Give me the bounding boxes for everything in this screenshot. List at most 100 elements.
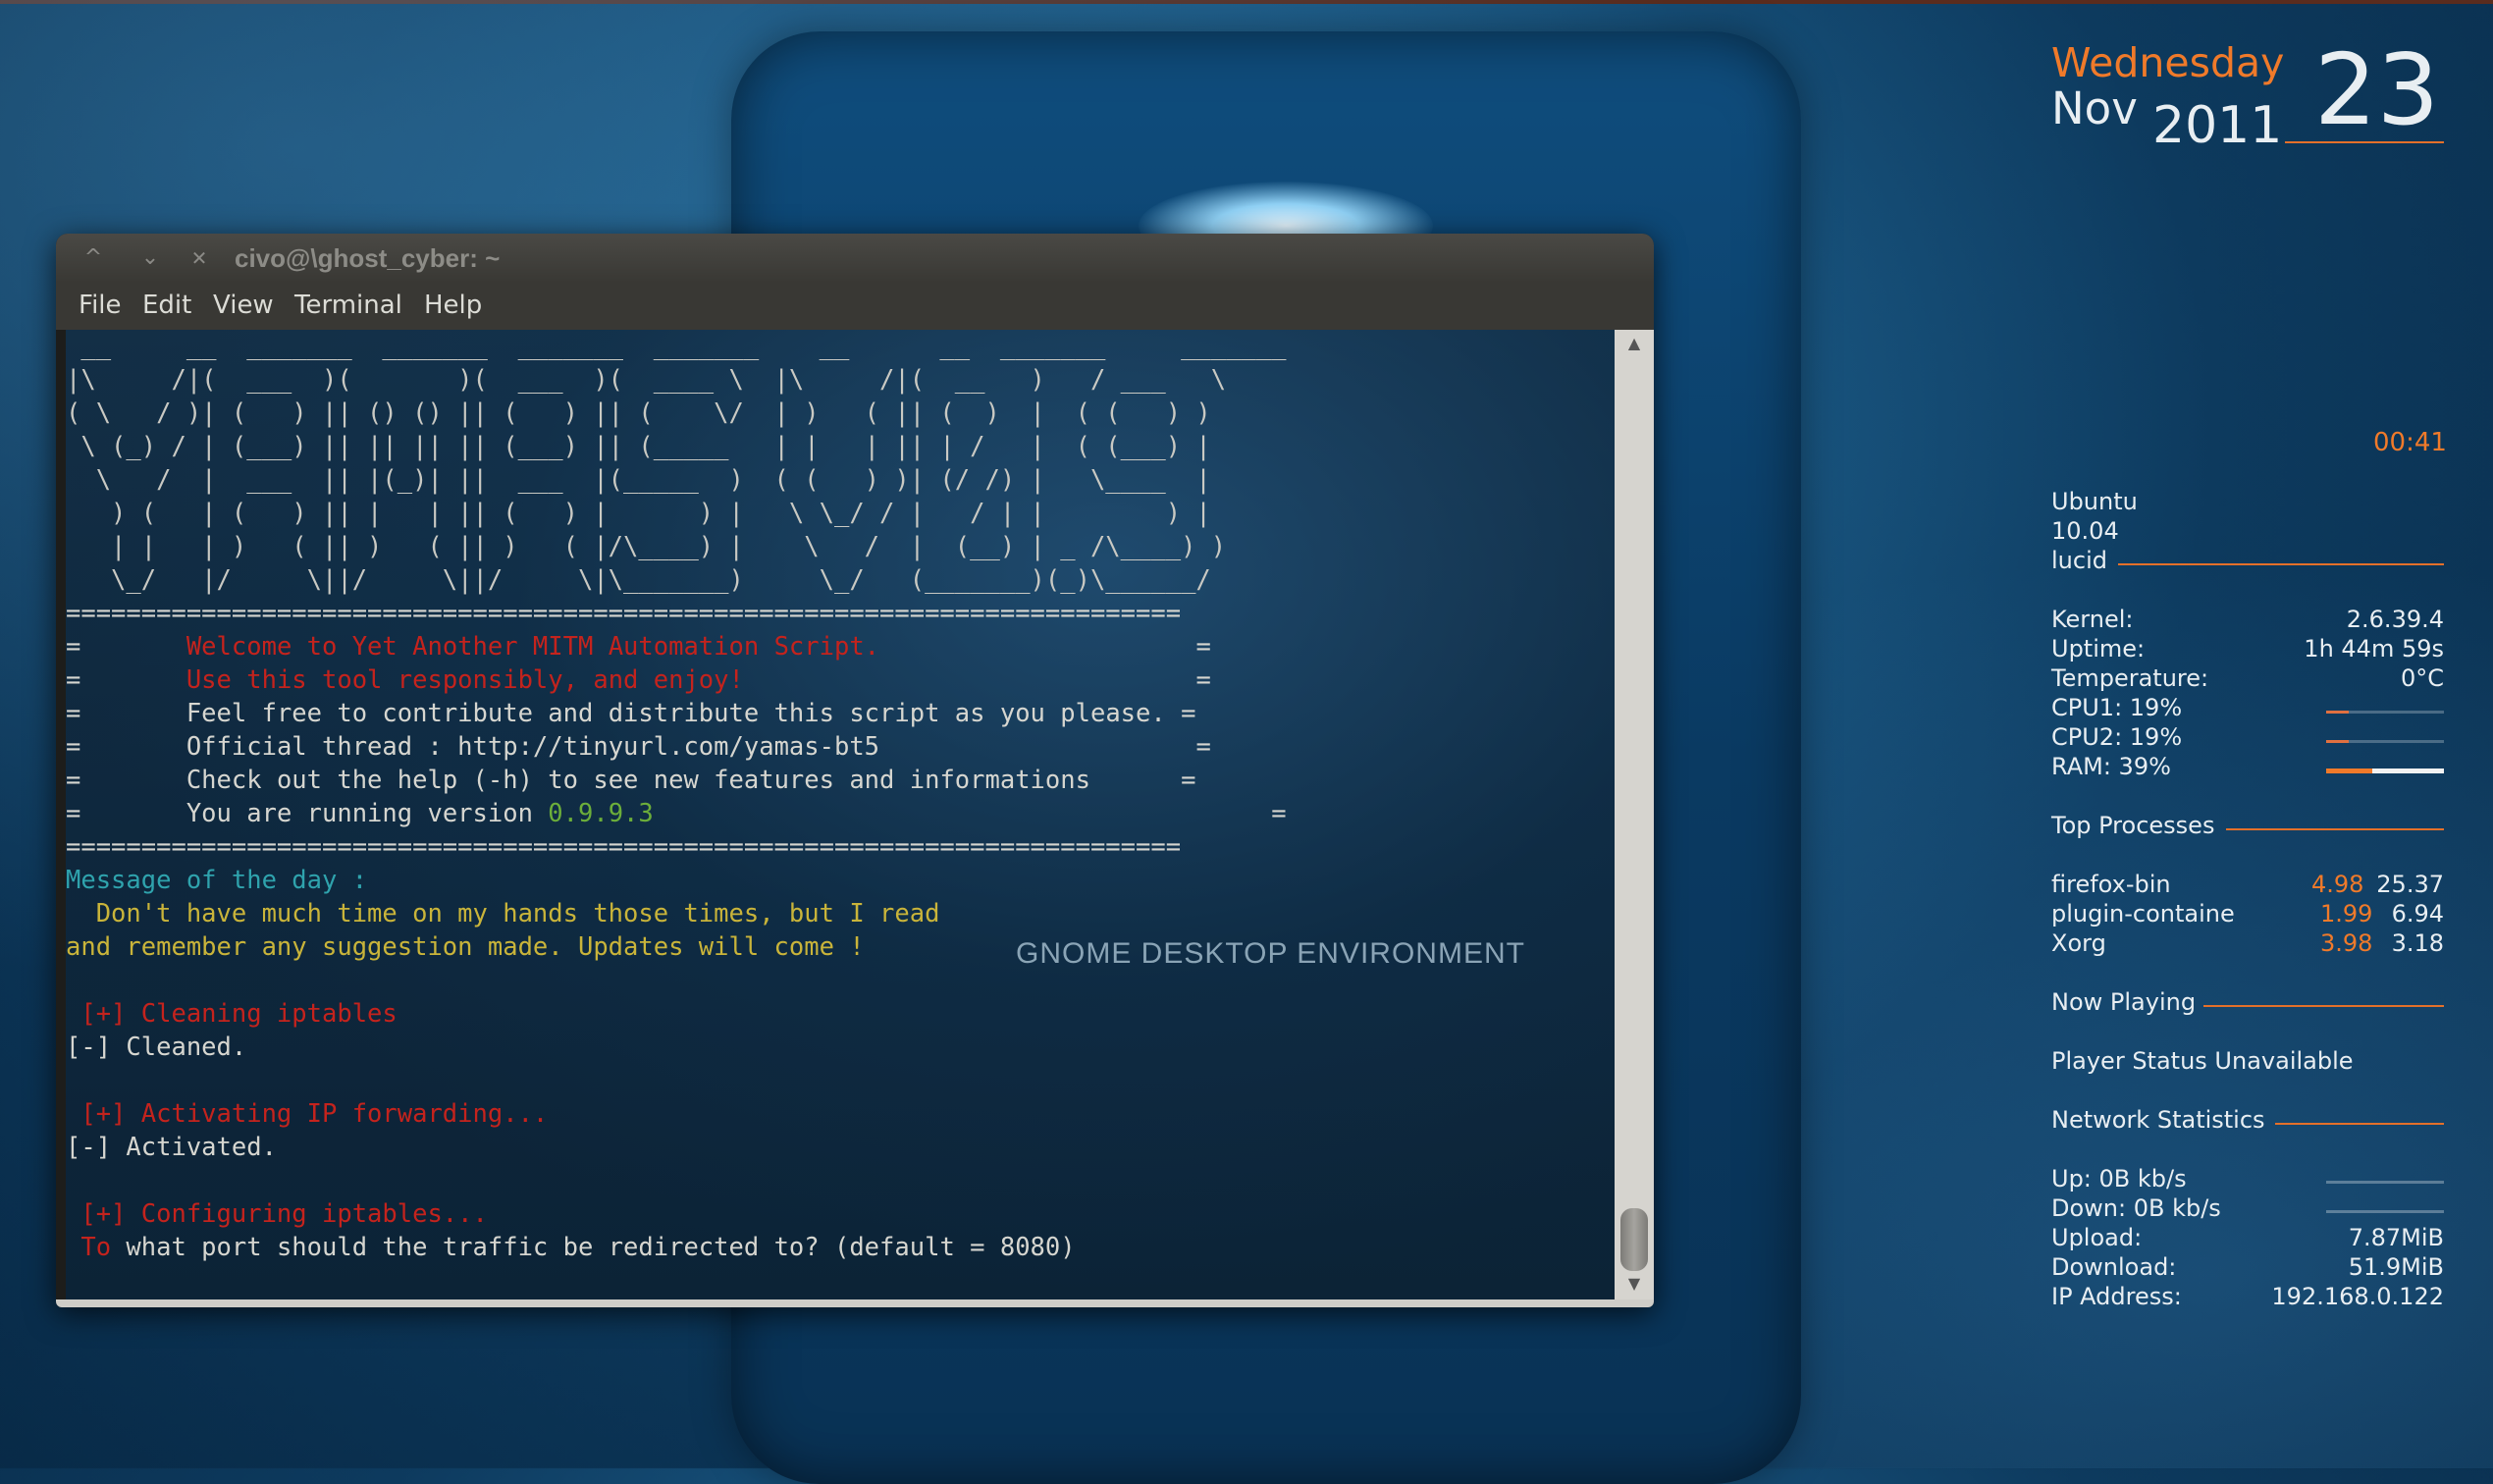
conky-clock: Wednesday Nov 2011 23 <box>2051 39 2444 157</box>
process-cpu: 1.99 <box>2320 900 2373 928</box>
banner-border: = <box>653 799 1287 828</box>
uptime-value: 1h 44m 59s <box>2304 635 2444 662</box>
upload-speed: Up: 0B kb/s <box>2051 1165 2187 1192</box>
window-titlebar[interactable]: ^ ⌄ ✕ civo@\ghost_cyber: ~ <box>56 234 1654 283</box>
conky-sysinfo: Ubuntu 10.04 lucid Kernel: 2.6.39.4 Upti… <box>2051 488 2444 1322</box>
ascii-line: \ / | ___ || |(_)| || ___ |(_____ ) ( ( … <box>66 465 1211 495</box>
cpu1-graph <box>2326 711 2444 714</box>
clock-weekday: Wednesday <box>2051 39 2285 86</box>
cpu1-label: CPU1: 19% <box>2051 694 2183 721</box>
upload-total-value: 7.87MiB <box>2348 1224 2444 1251</box>
scroll-up-arrow-icon[interactable]: ▲ <box>1624 334 1644 353</box>
menu-file[interactable]: File <box>79 291 122 320</box>
clock-month: Nov <box>2051 82 2138 134</box>
step-activated: [-] Activated. <box>66 1133 277 1162</box>
contribute-line: Feel free to contribute and distribute t… <box>186 699 1166 728</box>
clock-underline <box>2285 141 2444 143</box>
banner-border: = <box>66 665 186 695</box>
banner-border: = <box>66 799 186 828</box>
temperature-label: Temperature: <box>2051 664 2209 692</box>
now-playing-header: Now Playing <box>2051 988 2197 1016</box>
cpu2-label: CPU2: 19% <box>2051 723 2183 751</box>
banner-border: = <box>66 766 186 795</box>
clock-time: 00:41 <box>2373 428 2447 457</box>
ascii-line: | | | ) ( || ) ( || ) ( |/\____) | \ / |… <box>66 532 1227 561</box>
responsibly-line: Use this tool responsibly, and enjoy! <box>186 665 744 695</box>
banner-border: = <box>1089 766 1196 795</box>
scrollbar[interactable]: ▲ ▼ <box>1615 330 1654 1299</box>
thread-line: Official thread : http://tinyurl.com/yam… <box>186 732 880 762</box>
banner-border: = <box>1165 699 1196 728</box>
divider-line <box>2118 563 2444 565</box>
step-forwarding: [+] Activating IP forwarding... <box>66 1099 549 1129</box>
ram-label: RAM: 39% <box>2051 753 2171 780</box>
process-name: firefox-bin <box>2051 871 2171 898</box>
menu-view[interactable]: View <box>213 291 274 320</box>
distro-codename: lucid <box>2051 547 2107 574</box>
banner-border: = <box>743 665 1211 695</box>
upload-total-label: Upload: <box>2051 1224 2143 1251</box>
download-graph <box>2326 1210 2444 1213</box>
terminal-screen[interactable]: __ __ _______ _______ _______ _______ __… <box>66 330 1615 1299</box>
download-speed: Down: 0B kb/s <box>2051 1194 2221 1222</box>
banner-border: = <box>879 732 1211 762</box>
help-line: Check out the help (-h) to see new featu… <box>186 766 1090 795</box>
uptime-label: Uptime: <box>2051 635 2146 662</box>
download-total-value: 51.9MiB <box>2348 1253 2444 1281</box>
minimize-button[interactable]: ^ <box>78 243 109 273</box>
kernel-value: 2.6.39.4 <box>2346 606 2444 633</box>
prompt-to: To <box>66 1233 112 1262</box>
menu-help[interactable]: Help <box>424 291 482 320</box>
step-cleaning: [+] Cleaning iptables <box>66 999 398 1029</box>
ascii-line: \_/ |/ \||/ \||/ \|\_______) \_/ (______… <box>66 565 1227 595</box>
ip-address-label: IP Address: <box>2051 1283 2182 1310</box>
motd-line: and remember any suggestion made. Update… <box>66 932 865 962</box>
process-mem: 25.37 <box>2376 871 2444 898</box>
banner-border: = <box>66 632 186 662</box>
step-configuring: [+] Configuring iptables... <box>66 1199 488 1229</box>
scrollbar-thumb[interactable] <box>1620 1208 1648 1271</box>
kernel-label: Kernel: <box>2051 606 2134 633</box>
banner-border: = <box>879 632 1211 662</box>
temperature-value: 0°C <box>2400 664 2444 692</box>
process-name: plugin-containe <box>2051 900 2235 928</box>
window-bottom-edge <box>56 1299 1654 1307</box>
distro-name: Ubuntu <box>2051 488 2138 515</box>
player-status: Player Status Unavailable <box>2051 1047 2354 1075</box>
separator-line: ========================================… <box>66 599 1182 628</box>
clock-day: 23 <box>2314 32 2440 147</box>
divider-line <box>2275 1123 2444 1125</box>
ascii-line: |\ /|( ___ )( )( ___ )( ____ \ |\ /|( __… <box>66 365 1227 395</box>
scroll-down-arrow-icon[interactable]: ▼ <box>1624 1274 1644 1294</box>
motd-line: Don't have much time on my hands those t… <box>66 899 940 928</box>
version-number: 0.9.9.3 <box>548 799 654 828</box>
port-prompt: what port should the traffic be redirect… <box>111 1233 1076 1262</box>
welcome-line: Welcome to Yet Another MITM Automation S… <box>186 632 880 662</box>
clock-year: 2011 <box>2152 96 2283 155</box>
divider-line <box>2226 828 2444 830</box>
network-header: Network Statistics <box>2051 1106 2265 1134</box>
terminal-window[interactable]: ^ ⌄ ✕ civo@\ghost_cyber: ~ File Edit Vie… <box>56 234 1654 1307</box>
close-button[interactable]: ✕ <box>184 243 215 273</box>
ip-address-value: 192.168.0.122 <box>2271 1283 2444 1310</box>
ascii-line: __ __ _______ _______ _______ _______ __… <box>66 332 1301 361</box>
divider-line <box>2203 1005 2444 1007</box>
distro-release: 10.04 <box>2051 517 2119 545</box>
ascii-line: ) ( | ( ) || | | || ( ) | ) | \ \_/ / | … <box>66 499 1211 528</box>
ram-bar <box>2326 768 2444 773</box>
top-processes-header: Top Processes <box>2051 812 2215 839</box>
process-cpu: 3.98 <box>2320 929 2373 957</box>
maximize-button[interactable]: ⌄ <box>134 243 166 273</box>
cpu2-graph <box>2326 740 2444 743</box>
wallpaper-caption: GNOME DESKTOP ENVIRONMENT <box>1016 937 1525 970</box>
separator-line: ========================================… <box>66 832 1182 862</box>
download-total-label: Download: <box>2051 1253 2177 1281</box>
ascii-line: \ (_) / | (___) || || || || (___) || (__… <box>66 432 1211 461</box>
banner-border: = <box>66 732 186 762</box>
menu-terminal[interactable]: Terminal <box>294 291 402 320</box>
menu-edit[interactable]: Edit <box>142 291 191 320</box>
process-mem: 3.18 <box>2391 929 2444 957</box>
step-cleaned: [-] Cleaned. <box>66 1033 247 1062</box>
process-name: Xorg <box>2051 929 2106 957</box>
banner-border: = <box>66 699 186 728</box>
